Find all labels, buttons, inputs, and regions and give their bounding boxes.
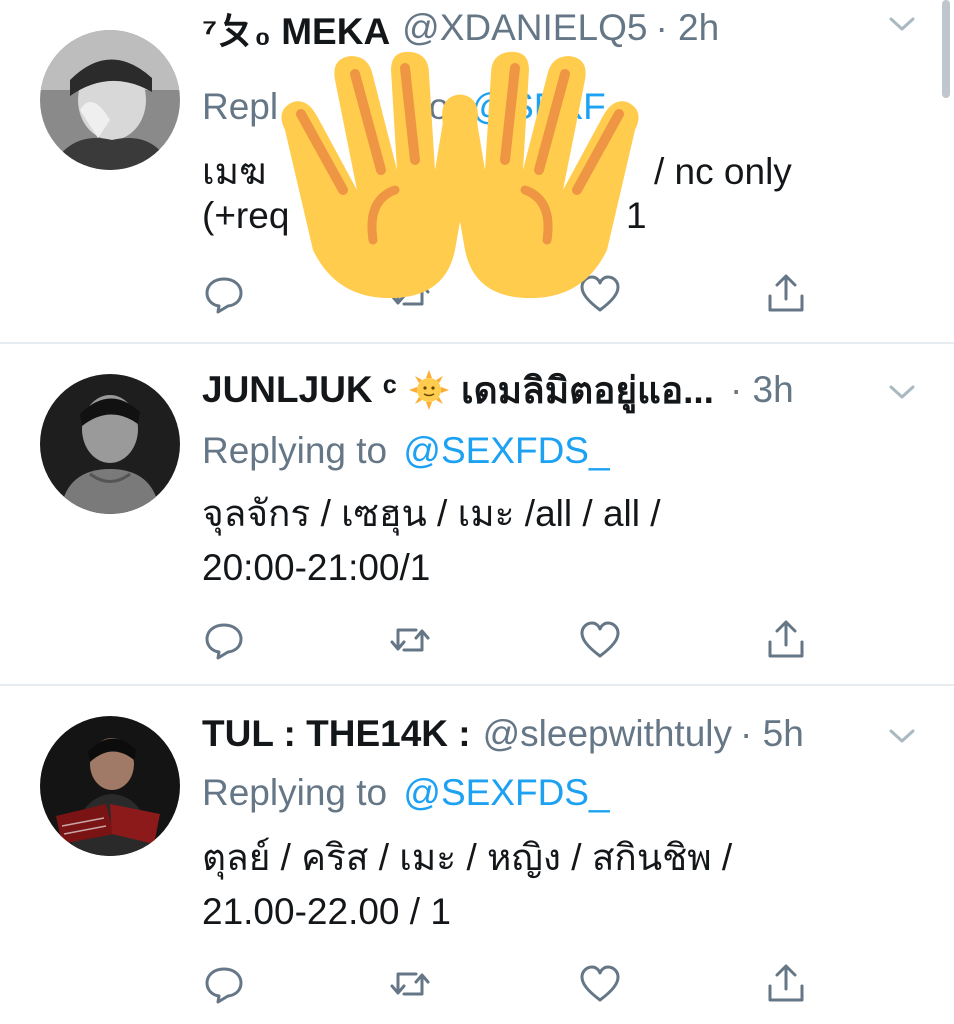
tweet-header: ⁷ㄆ₀ MEKA @XDANIELQ5 · 2h: [202, 0, 914, 56]
heart-icon: [580, 621, 620, 658]
share-button[interactable]: [764, 962, 808, 1006]
like-button[interactable]: [578, 962, 622, 1006]
retweet-icon: [390, 628, 430, 652]
timestamp[interactable]: · 3h: [730, 369, 794, 411]
tweet-text-line: ตุลย์ / คริส / เมะ / หญิง / สกินชิพ /: [202, 837, 733, 878]
display-name[interactable]: ⁷ㄆ₀ MEKA: [202, 1, 390, 55]
share-icon: [768, 274, 804, 312]
display-name[interactable]: JUNLJUK ᶜ: [202, 369, 397, 411]
retweet-button[interactable]: [388, 618, 432, 662]
tweet-actions: [202, 962, 822, 1006]
timestamp[interactable]: · 2h: [655, 7, 719, 49]
replying-label: Replying to: [202, 430, 388, 471]
retweet-button[interactable]: [388, 962, 432, 1006]
heart-icon: [580, 965, 620, 1002]
username[interactable]: @XDANIELQ5: [402, 7, 647, 49]
mention-link[interactable]: @SEXFDS_: [403, 772, 609, 813]
sun-with-face-emoji: [408, 370, 449, 410]
reply-button[interactable]: [202, 962, 246, 1006]
chevron-down-icon[interactable]: [888, 726, 916, 746]
replying-to: Replying to @SEXFDS_: [202, 430, 610, 472]
avatar[interactable]: [40, 374, 180, 514]
reply-icon: [205, 967, 243, 1004]
scrollbar[interactable]: [942, 0, 950, 98]
display-name[interactable]: TUL : THE14K :: [202, 713, 471, 755]
share-icon: [768, 964, 804, 1002]
replying-to: Replying to @SEXFDS_: [202, 772, 610, 814]
avatar-image: [40, 716, 180, 856]
username[interactable]: @sleepwithtuly: [483, 713, 732, 755]
replying-label: Replying to: [202, 772, 388, 813]
display-name-suffix[interactable]: เดมลิมิตอยู่แอ...: [461, 362, 714, 418]
reply-icon: [205, 623, 243, 660]
tweet-text: ตุลย์ / คริส / เมะ / หญิง / สกินชิพ / 21…: [202, 836, 842, 934]
avatar[interactable]: [40, 716, 180, 856]
avatar-image: [40, 30, 180, 170]
reply-icon: [205, 277, 243, 314]
retweet-icon: [390, 972, 430, 996]
tweet-3[interactable]: TUL : THE14K : @sleepwithtuly · 5h Reply…: [0, 686, 954, 1024]
tweet-2[interactable]: JUNLJUK ᶜ เดมลิมิตอยู่แอ... · 3h Replyin…: [0, 344, 954, 684]
tweet-text-line: 21.00-22.00 / 1: [202, 891, 451, 932]
tweet-text-line: จุลจักร / เซฮุน / เมะ /all / all /: [202, 493, 661, 534]
like-button[interactable]: [578, 618, 622, 662]
avatar[interactable]: [40, 30, 180, 170]
timestamp[interactable]: · 5h: [740, 713, 804, 755]
avatar-image: [40, 374, 180, 514]
share-button[interactable]: [764, 272, 808, 316]
tweet-text-fragment: / nc only: [654, 151, 792, 192]
mention-link[interactable]: @SEXFDS_: [403, 430, 609, 471]
chevron-down-icon[interactable]: [888, 14, 916, 34]
reply-button[interactable]: [202, 618, 246, 662]
tweet-text: จุลจักร / เซฮุน / เมะ /all / all / 20:00…: [202, 492, 842, 590]
tweet-header: JUNLJUK ᶜ เดมลิมิตอยู่แอ... · 3h: [202, 362, 879, 418]
tweet-actions: [202, 618, 822, 662]
raising-hands-emoji: [281, 51, 639, 299]
share-button[interactable]: [764, 618, 808, 662]
share-icon: [768, 620, 804, 658]
reply-button[interactable]: [202, 272, 246, 316]
tweet-header: TUL : THE14K : @sleepwithtuly · 5h: [202, 706, 914, 762]
chevron-down-icon[interactable]: [888, 382, 916, 402]
tweet-text-line: 20:00-21:00/1: [202, 547, 431, 588]
